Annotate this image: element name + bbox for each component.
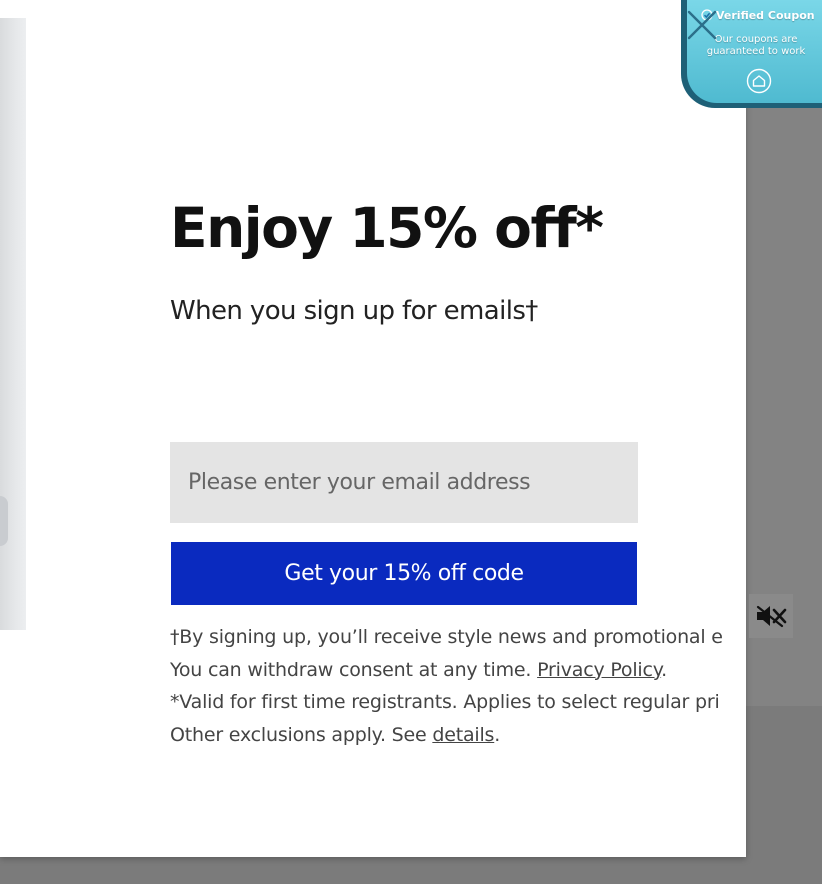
email-signup-modal: Enjoy 15% off* When you sign up for emai… (0, 0, 746, 857)
offer-headline: Enjoy 15% off* (170, 196, 604, 260)
close-icon[interactable] (685, 8, 719, 42)
withdraw-text: You can withdraw consent at any time. (170, 658, 538, 681)
side-image-detail (0, 496, 8, 546)
get-code-button[interactable]: Get your 15% off code (171, 542, 637, 605)
offer-subheadline: When you sign up for emails† (170, 296, 538, 326)
home-icon[interactable] (746, 68, 772, 94)
privacy-policy-link[interactable]: Privacy Policy (537, 659, 661, 681)
email-input[interactable] (170, 442, 638, 523)
legal-line-exclusions: Other exclusions apply. See details. (170, 719, 746, 752)
details-link[interactable]: details (432, 724, 494, 746)
exclusions-period: . (494, 723, 501, 746)
coupon-title-text: Verified Coupon (716, 9, 815, 22)
mute-button[interactable] (749, 594, 793, 638)
legal-line-withdraw: You can withdraw consent at any time. Pr… (170, 654, 746, 687)
speaker-muted-icon (756, 605, 787, 628)
withdraw-period: . (661, 658, 667, 681)
verified-coupon-badge[interactable]: Verified Coupon Our coupons are guarante… (681, 0, 822, 108)
legal-line-signup: †By signing up, you’ll receive style new… (170, 626, 723, 648)
exclusions-text: Other exclusions apply. See (170, 723, 433, 746)
legal-disclaimer: †By signing up, you’ll receive style new… (170, 621, 746, 751)
legal-line-valid: *Valid for first time registrants. Appli… (170, 691, 720, 713)
promo-side-image (0, 18, 26, 630)
